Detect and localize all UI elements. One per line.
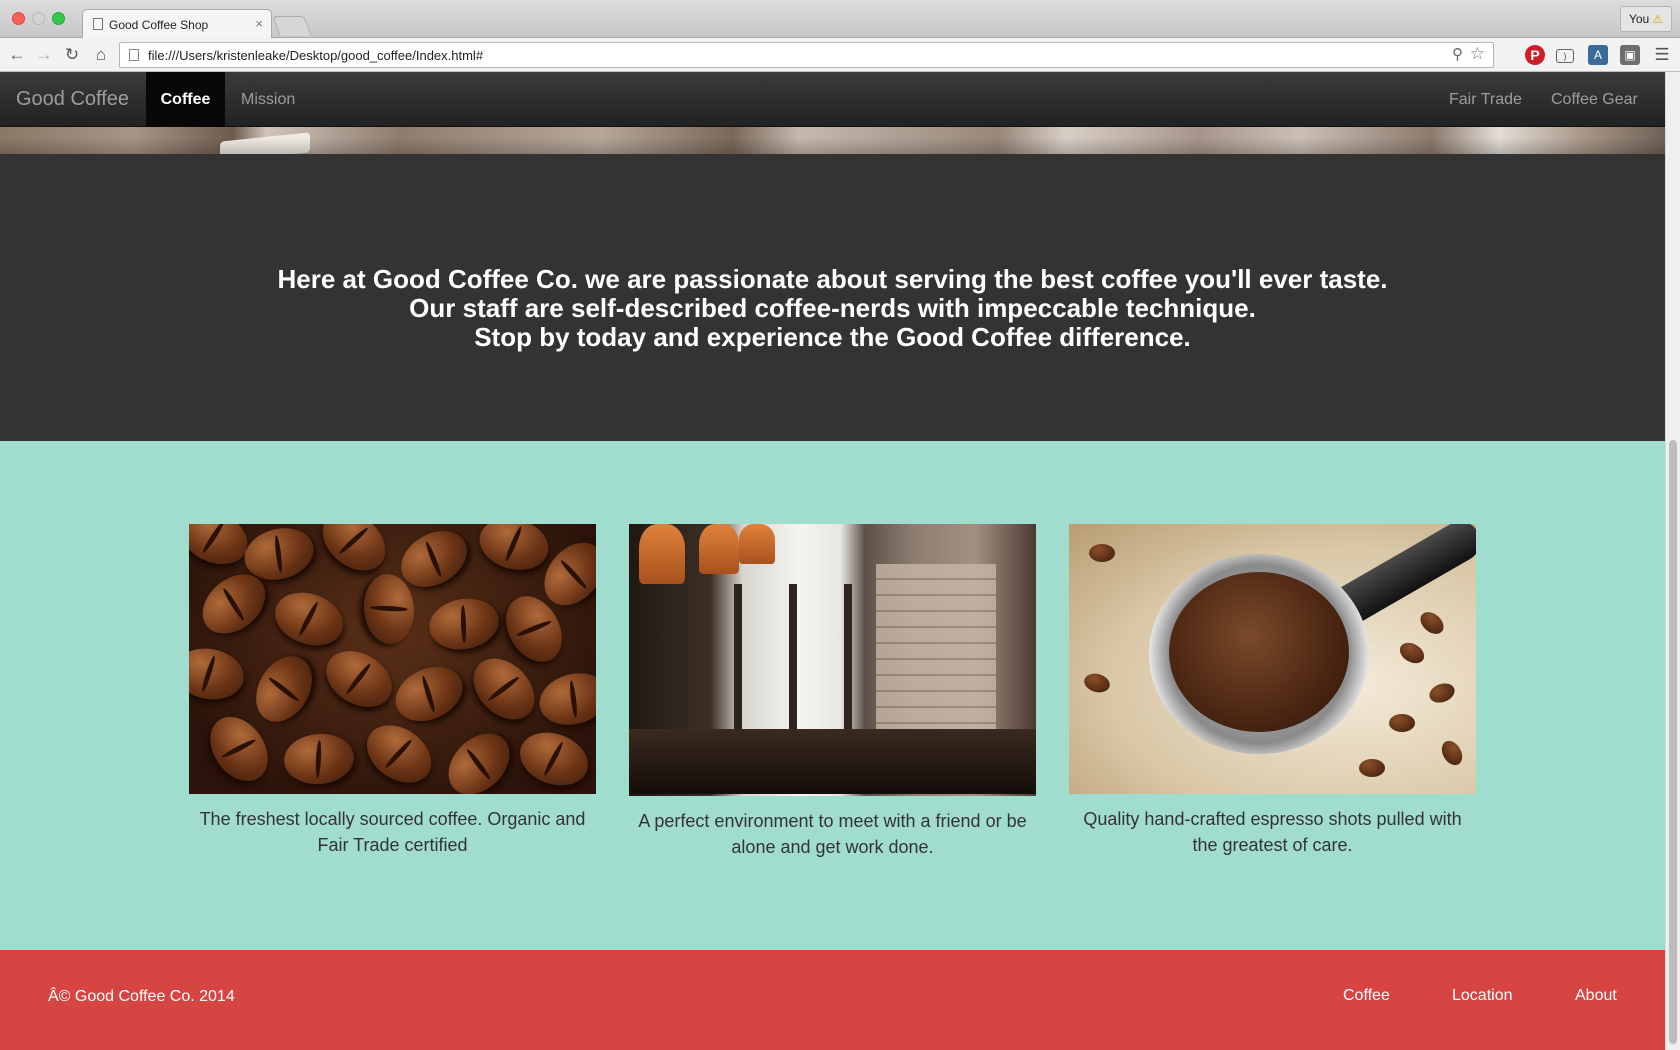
site-brand[interactable]: Good Coffee <box>16 88 129 111</box>
nav-item-fair-trade[interactable]: Fair Trade <box>1433 72 1538 127</box>
copyright-text: Â© Good Coffee Co. 2014 <box>48 988 235 1005</box>
feature-caption: The freshest locally sourced coffee. Org… <box>199 809 586 855</box>
nav-item-coffee-gear-label: Coffee Gear <box>1551 91 1638 108</box>
page-scrollbar[interactable] <box>1665 72 1680 1050</box>
page-viewport: Good Coffee Coffee Mission Fair Trade Co… <box>0 72 1680 1050</box>
footer-link-about[interactable]: About <box>1575 987 1617 1005</box>
espresso-portafilter-image <box>1069 524 1476 794</box>
tab-close-icon[interactable]: × <box>255 16 263 31</box>
url-text[interactable]: file:///Users/kristenleake/Desktop/good_… <box>148 48 483 63</box>
nav-item-mission[interactable]: Mission <box>225 72 311 127</box>
browser-tab[interactable]: Good Coffee Shop × <box>82 9 272 38</box>
forward-arrow-icon[interactable]: → <box>32 43 56 67</box>
nav-item-coffee-gear[interactable]: Coffee Gear <box>1535 72 1665 157</box>
coffee-beans-image <box>189 524 596 794</box>
intro-line: Stop by today and experience the Good Co… <box>474 322 1191 352</box>
footer-link-coffee[interactable]: Coffee <box>1343 987 1390 1005</box>
feature-card: A perfect environment to meet with a fri… <box>629 524 1036 860</box>
intro-section: Here at Good Coffee Co. we are passionat… <box>0 154 1665 441</box>
scrollbar-thumb[interactable] <box>1669 440 1677 1044</box>
bookmark-star-icon[interactable]: ☆ <box>1470 44 1485 64</box>
warning-icon: ⚠ <box>1652 12 1663 26</box>
screenshot-extension-icon[interactable]: ▣ <box>1620 45 1640 65</box>
nav-item-coffee[interactable]: Coffee <box>146 72 225 127</box>
translate-icon[interactable]: A <box>1588 45 1608 65</box>
new-tab-button[interactable] <box>272 16 312 36</box>
intro-line: Our staff are self-described coffee-nerd… <box>409 293 1256 323</box>
feature-caption: Quality hand-crafted espresso shots pull… <box>1083 809 1462 855</box>
zoom-icon[interactable]: ⚲ <box>1452 45 1463 63</box>
profile-label: You <box>1628 12 1650 26</box>
window-close-button[interactable] <box>12 12 25 25</box>
reload-icon[interactable]: ↻ <box>60 43 84 67</box>
page-icon <box>129 49 139 61</box>
intro-line: Here at Good Coffee Co. we are passionat… <box>277 264 1388 294</box>
profile-button[interactable]: You ⚠ <box>1619 6 1672 32</box>
cast-icon[interactable]: ) <box>1556 49 1574 63</box>
site-navbar: Good Coffee Coffee Mission Fair Trade Co… <box>0 72 1665 157</box>
footer-link-location[interactable]: Location <box>1452 987 1513 1005</box>
intro-text: Here at Good Coffee Co. we are passionat… <box>0 265 1665 352</box>
feature-caption: A perfect environment to meet with a fri… <box>638 811 1027 857</box>
pinterest-icon[interactable]: P <box>1525 45 1545 65</box>
back-arrow-icon[interactable]: ← <box>5 43 29 67</box>
home-icon[interactable]: ⌂ <box>89 43 113 67</box>
page-icon <box>93 18 103 30</box>
address-bar[interactable]: file:///Users/kristenleake/Desktop/good_… <box>119 42 1494 68</box>
window-minimize-button[interactable] <box>32 12 45 25</box>
feature-card: The freshest locally sourced coffee. Org… <box>189 524 596 858</box>
browser-toolbar: ← → ↻ ⌂ file:///Users/kristenleake/Deskt… <box>0 38 1680 72</box>
window-maximize-button[interactable] <box>52 12 65 25</box>
hero-image <box>0 127 1665 154</box>
cafe-interior-image <box>629 524 1036 796</box>
feature-card: Quality hand-crafted espresso shots pull… <box>1069 524 1476 858</box>
site-footer: Â© Good Coffee Co. 2014 Coffee Location … <box>0 950 1665 1050</box>
tab-title: Good Coffee Shop <box>109 18 209 32</box>
features-section: The freshest locally sourced coffee. Org… <box>0 441 1665 950</box>
menu-icon[interactable]: ☰ <box>1652 45 1672 65</box>
browser-titlebar: Good Coffee Shop × You ⚠ <box>0 0 1680 38</box>
